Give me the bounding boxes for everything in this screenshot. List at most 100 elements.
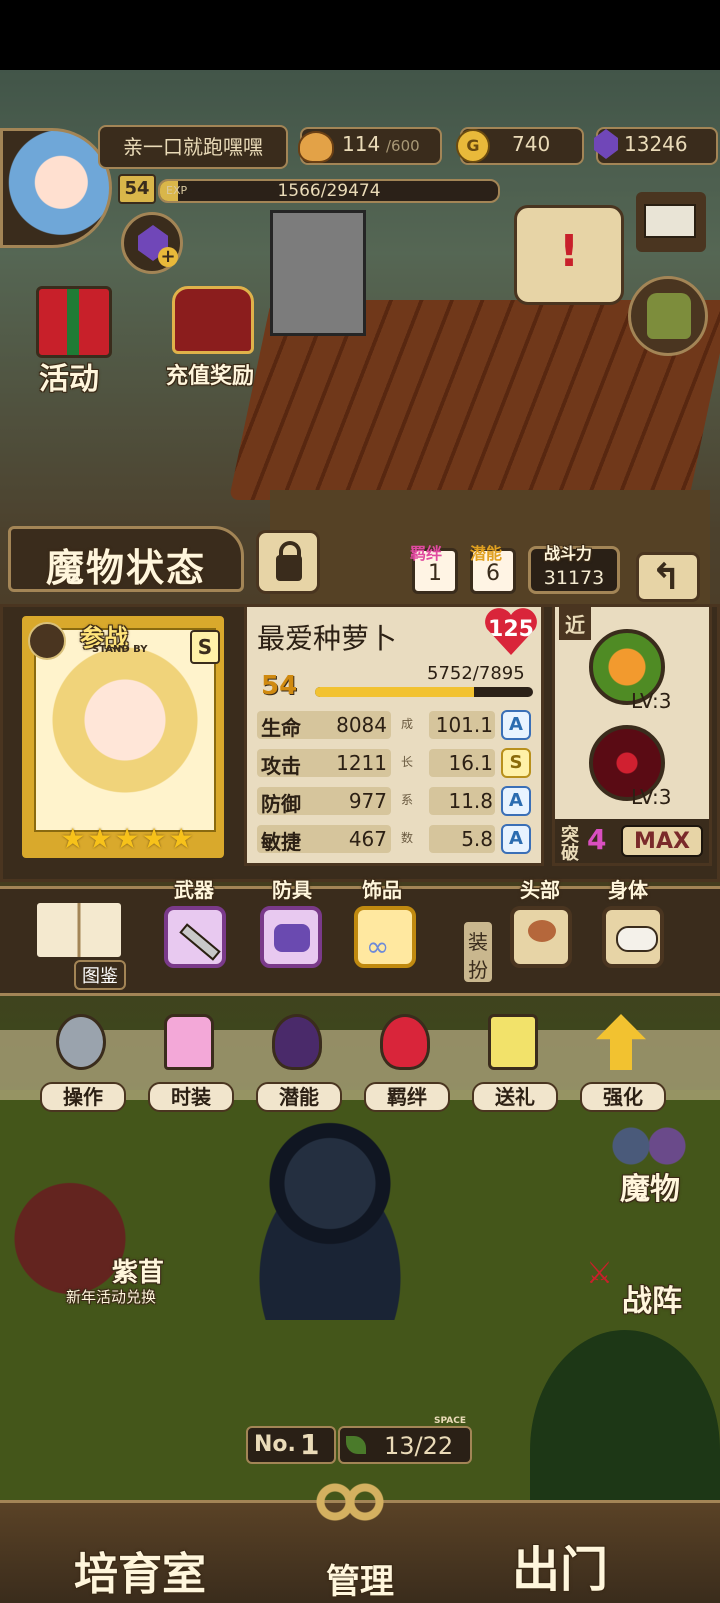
menu-button[interactable]: 操作: [40, 1010, 126, 1112]
event-exchange-button[interactable]: 紫苜 新年活动兑换: [0, 1250, 180, 1330]
stat-growth: 5.8: [461, 827, 493, 851]
stat-value: 467: [348, 827, 387, 851]
armor-gem-icon: [274, 924, 310, 952]
skill-2-level: LV:3: [631, 785, 672, 809]
stat-grade-badge: A: [501, 710, 531, 740]
gem-counter[interactable]: 13246: [594, 127, 718, 165]
stat-row: 敏捷 467 数 5.8 A: [257, 824, 537, 855]
menu-button[interactable]: 羁绊: [364, 1010, 450, 1112]
monster-info-area: 最爱种萝卜 125 54 5752/7895 生命 8084 成 101.1 A 攻击 12…: [244, 604, 544, 866]
skill-column: 近 LV:3 LV:3 突 破 4 MAX: [552, 604, 712, 866]
player-name-box[interactable]: 亲一口就跑嘿嘿: [98, 125, 288, 169]
nav-nursery-button[interactable]: 培育室: [50, 1520, 230, 1600]
quest-scroll-button[interactable]: !: [514, 205, 624, 305]
menu-button[interactable]: 潜能: [256, 1010, 342, 1112]
room-no-label: No.: [254, 1432, 296, 1457]
stat-grade-badge: A: [501, 824, 531, 854]
bear-ribbon-icon: [528, 920, 556, 942]
accessory-label: 饰品: [362, 878, 402, 902]
breakthrough-value: 4: [587, 823, 607, 856]
menu-button-label: 羁绊: [364, 1082, 450, 1112]
monster-list-button[interactable]: 魔物: [590, 1120, 710, 1207]
menu-button[interactable]: 时装: [148, 1010, 234, 1112]
accessory-infinity-icon: ∞: [366, 930, 390, 963]
panel-title-banner: 魔物状态: [8, 526, 244, 592]
lock-button[interactable]: [256, 530, 320, 594]
max-button[interactable]: MAX: [621, 825, 703, 857]
treasure-chest-icon: [172, 286, 254, 354]
growth-label-char: 数: [401, 831, 414, 845]
backpack-button[interactable]: [628, 276, 708, 356]
armor-label: 防具: [272, 878, 312, 902]
mail-button[interactable]: [636, 192, 706, 252]
buy-gem-button[interactable]: +: [121, 212, 183, 274]
padlock-shackle: [279, 541, 301, 561]
stat-growth: 16.1: [448, 751, 493, 775]
formation-button[interactable]: ⚔ 战阵: [584, 1220, 710, 1320]
event-char-name: 紫苜: [112, 1258, 165, 1288]
nav-manage-button[interactable]: 管理: [290, 1470, 430, 1602]
cloud-scarf-icon: [616, 926, 658, 952]
stat-name: 生命: [261, 716, 301, 740]
star-icon: ★: [87, 822, 113, 855]
monster-book-button[interactable]: 图鉴: [30, 896, 130, 990]
upgrade-arrow-icon: [596, 1014, 646, 1070]
potential-value: 6: [486, 561, 500, 586]
back-button[interactable]: ↰: [636, 552, 700, 602]
room-number-box: No. 1: [246, 1426, 336, 1464]
stat-grade-badge: S: [501, 748, 531, 778]
menu-button-label: 送礼: [472, 1082, 558, 1112]
menu-button-label: 时装: [148, 1082, 234, 1112]
star-icon: ★: [141, 822, 167, 855]
weapon-sword-icon: [179, 923, 221, 961]
stat-row: 攻击 1211 长 16.1 S: [257, 748, 537, 779]
star-rating: ★ ★ ★ ★ ★: [52, 822, 202, 855]
monster-exp-text: 5752/7895: [427, 663, 525, 684]
space-value: 13/22: [384, 1432, 454, 1460]
heart-icon: [380, 1014, 430, 1070]
gold-value: 740: [512, 132, 551, 156]
plus-icon: +: [158, 247, 178, 267]
mountain-class-icon: [28, 622, 66, 660]
bread-value: 114: [342, 132, 381, 156]
monster-portrait-card[interactable]: 参战 STAND BY S ★ ★ ★ ★ ★: [18, 612, 228, 862]
recharge-reward-button[interactable]: 充值奖励: [150, 278, 270, 396]
nav-outing-button[interactable]: 出门: [480, 1520, 640, 1600]
bond-label: 羁绊: [410, 544, 443, 563]
monster-group-icon: [604, 1122, 694, 1170]
action-menu: 操作 时装 潜能 羁绊 送礼 强化: [40, 1010, 690, 1120]
rank-badge: S: [190, 630, 220, 664]
exp-text: 1566/29474: [277, 181, 381, 201]
player-name: 亲一口就跑嘿嘿: [123, 135, 263, 159]
range-label: 近: [559, 607, 591, 640]
space-box: SPACE 13/22: [338, 1416, 472, 1464]
accessory-slot[interactable]: ∞: [354, 906, 416, 968]
skill-1-level: LV:3: [631, 689, 672, 713]
head-slot[interactable]: [510, 906, 572, 968]
monster-list-label: 魔物: [620, 1172, 680, 1207]
menu-button-label: 强化: [580, 1082, 666, 1112]
event-button[interactable]: 活动: [14, 278, 124, 397]
star-icon: ★: [168, 822, 194, 855]
gift-icon: [488, 1014, 538, 1070]
weapon-slot[interactable]: [164, 906, 226, 968]
menu-button[interactable]: 送礼: [472, 1010, 558, 1112]
gold-counter[interactable]: G 740: [456, 127, 584, 165]
breakthrough-label-2: 破: [561, 843, 579, 864]
envelope-icon: [644, 204, 696, 238]
stat-name: 防御: [261, 792, 301, 816]
panel-title: 魔物状态: [45, 546, 206, 590]
stat-value: 977: [348, 789, 387, 813]
stat-row: 生命 8084 成 101.1 A: [257, 710, 537, 741]
growth-label-char: 系: [401, 793, 414, 807]
formation-label: 战阵: [622, 1284, 682, 1319]
armor-slot[interactable]: [260, 906, 322, 968]
bread-max: /600: [386, 137, 420, 155]
body-slot[interactable]: [602, 906, 664, 968]
bread-counter[interactable]: 114 /600: [298, 127, 442, 165]
bread-icon: [298, 131, 334, 163]
growth-label-char: 成: [401, 717, 414, 731]
dress-label-1: 装: [468, 930, 488, 954]
monster-name: 最爱种萝卜: [257, 622, 398, 655]
menu-button[interactable]: 强化: [580, 1010, 666, 1112]
